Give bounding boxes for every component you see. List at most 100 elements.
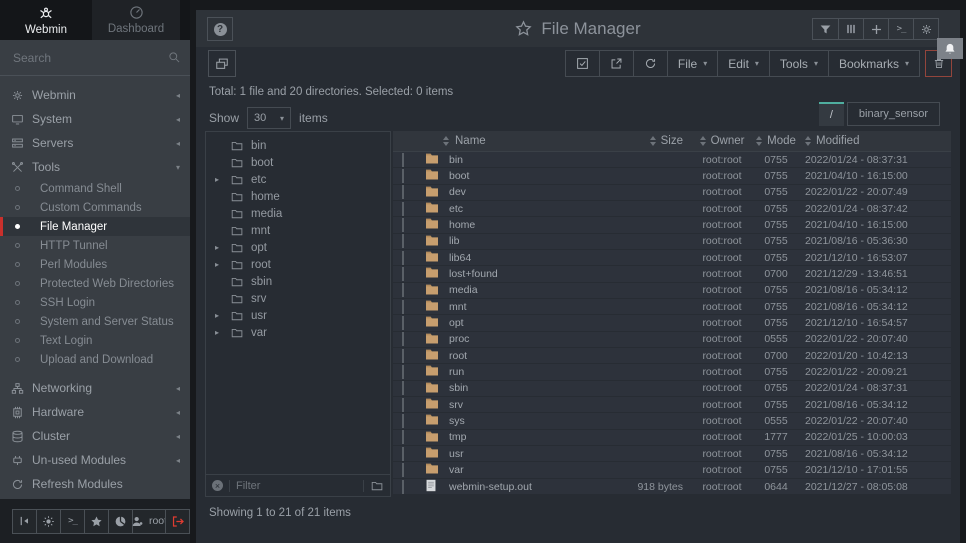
tree-item-boot[interactable]: boot bbox=[206, 154, 390, 171]
column-size[interactable]: Size bbox=[599, 135, 691, 147]
row-checkbox[interactable] bbox=[402, 480, 404, 494]
row-checkbox[interactable] bbox=[402, 349, 404, 363]
tree-item-srv[interactable]: srv bbox=[206, 290, 390, 307]
row-checkbox[interactable] bbox=[402, 316, 404, 330]
share-button[interactable] bbox=[599, 51, 633, 76]
help-button[interactable]: ? bbox=[207, 17, 233, 41]
sidebar-item-command-shell[interactable]: Command Shell bbox=[0, 179, 190, 198]
row-checkbox[interactable] bbox=[402, 283, 404, 297]
check-square-button[interactable] bbox=[566, 51, 599, 76]
column-name[interactable]: Name bbox=[449, 135, 599, 147]
row-checkbox[interactable] bbox=[402, 202, 404, 216]
sidebar-item-networking[interactable]: Networking◂ bbox=[0, 376, 190, 400]
chevron-right-icon[interactable]: ▸ bbox=[215, 243, 223, 252]
sidebar-item-hardware[interactable]: Hardware◂ bbox=[0, 400, 190, 424]
tree-item-usr[interactable]: ▸usr bbox=[206, 307, 390, 324]
table-row[interactable]: sbinroot:root07552022/01/24 - 08:37:31 bbox=[393, 381, 951, 397]
sun-button[interactable] bbox=[36, 509, 61, 534]
sidebar-item-system-and-server-status[interactable]: System and Server Status bbox=[0, 312, 190, 331]
row-checkbox[interactable] bbox=[402, 447, 404, 461]
column-modified[interactable]: Modified bbox=[799, 135, 951, 147]
sort-name[interactable] bbox=[419, 136, 449, 146]
row-checkbox[interactable] bbox=[402, 251, 404, 265]
row-checkbox[interactable] bbox=[402, 267, 404, 281]
row-checkbox[interactable] bbox=[402, 218, 404, 232]
breadcrumb-root[interactable]: / bbox=[819, 102, 844, 126]
table-row[interactable]: mntroot:root07552021/08/16 - 05:34:12 bbox=[393, 299, 951, 315]
chevron-right-icon[interactable]: ▸ bbox=[215, 260, 223, 269]
menu-tools[interactable]: Tools▾ bbox=[769, 51, 828, 76]
star-button[interactable] bbox=[84, 509, 109, 534]
star-outline-icon[interactable] bbox=[515, 20, 532, 37]
table-row[interactable]: rootroot:root07002022/01/20 - 10:42:13 bbox=[393, 348, 951, 364]
table-row[interactable]: libroot:root07552021/08/16 - 05:36:30 bbox=[393, 234, 951, 250]
row-checkbox[interactable] bbox=[402, 300, 404, 314]
sidebar-item-perl-modules[interactable]: Perl Modules bbox=[0, 255, 190, 274]
table-row[interactable]: optroot:root07552021/12/10 - 16:54:57 bbox=[393, 315, 951, 331]
table-row[interactable]: webmin-setup.out918 bytesroot:root064420… bbox=[393, 479, 951, 495]
chevron-right-icon[interactable]: ▸ bbox=[215, 175, 223, 184]
tree-item-home[interactable]: home bbox=[206, 188, 390, 205]
row-checkbox[interactable] bbox=[402, 234, 404, 248]
plus-button[interactable] bbox=[863, 19, 888, 39]
tree-item-root[interactable]: ▸root bbox=[206, 256, 390, 273]
row-checkbox[interactable] bbox=[402, 381, 404, 395]
sidebar-item-text-login[interactable]: Text Login bbox=[0, 331, 190, 350]
row-checkbox[interactable] bbox=[402, 430, 404, 444]
sidebar-item-un-used-modules[interactable]: Un-used Modules◂ bbox=[0, 448, 190, 472]
menu-file[interactable]: File▾ bbox=[667, 51, 717, 76]
sidebar-item-webmin[interactable]: Webmin◂ bbox=[0, 83, 190, 107]
menu-bookmarks[interactable]: Bookmarks▾ bbox=[828, 51, 919, 76]
row-checkbox[interactable] bbox=[402, 169, 404, 183]
table-row[interactable]: mediaroot:root07552021/08/16 - 05:34:12 bbox=[393, 283, 951, 299]
table-row[interactable]: varroot:root07552021/12/10 - 17:01:55 bbox=[393, 462, 951, 478]
search-input[interactable] bbox=[13, 51, 168, 65]
filter-button[interactable] bbox=[813, 19, 838, 39]
clear-filter-icon[interactable]: × bbox=[212, 480, 223, 491]
sidebar-item-system[interactable]: System◂ bbox=[0, 107, 190, 131]
chevron-right-icon[interactable]: ▸ bbox=[215, 311, 223, 320]
sidebar-item-file-manager[interactable]: File Manager bbox=[0, 217, 190, 236]
table-row[interactable]: srvroot:root07552021/08/16 - 05:34:12 bbox=[393, 397, 951, 413]
sidebar-item-refresh-modules[interactable]: Refresh Modules bbox=[0, 472, 190, 496]
sidebar-item-servers[interactable]: Servers◂ bbox=[0, 131, 190, 155]
gear-button[interactable] bbox=[913, 19, 938, 39]
breadcrumb-current[interactable]: binary_sensor bbox=[847, 102, 940, 126]
folder-icon[interactable] bbox=[363, 480, 384, 492]
page-size-select[interactable]: 30 ▾ bbox=[247, 107, 291, 129]
table-row[interactable]: bootroot:root07552021/04/10 - 16:15:00 bbox=[393, 168, 951, 184]
table-row[interactable]: sysroot:root05552022/01/22 - 20:07:40 bbox=[393, 413, 951, 429]
refresh-button[interactable] bbox=[633, 51, 667, 76]
row-checkbox[interactable] bbox=[402, 153, 404, 167]
sidebar-item-upload-and-download[interactable]: Upload and Download bbox=[0, 350, 190, 369]
tree-item-opt[interactable]: ▸opt bbox=[206, 239, 390, 256]
column-owner[interactable]: Owner bbox=[691, 135, 753, 147]
table-row[interactable]: etcroot:root07552022/01/24 - 08:37:42 bbox=[393, 201, 951, 217]
table-row[interactable]: homeroot:root07552021/04/10 - 16:15:00 bbox=[393, 217, 951, 233]
logout-button[interactable] bbox=[165, 509, 190, 534]
copy-path-button[interactable] bbox=[208, 50, 236, 77]
sidebar-item-ssh-login[interactable]: SSH Login bbox=[0, 293, 190, 312]
sidebar-item-cluster[interactable]: Cluster◂ bbox=[0, 424, 190, 448]
table-row[interactable]: tmproot:root17772022/01/25 - 10:00:03 bbox=[393, 430, 951, 446]
table-row[interactable]: usrroot:root07552021/08/16 - 05:34:12 bbox=[393, 446, 951, 462]
user-button[interactable]: root bbox=[132, 509, 166, 534]
row-checkbox[interactable] bbox=[402, 185, 404, 199]
sidebar-item-http-tunnel[interactable]: HTTP Tunnel bbox=[0, 236, 190, 255]
notifications-tab[interactable] bbox=[937, 38, 963, 59]
row-checkbox[interactable] bbox=[402, 398, 404, 412]
table-row[interactable]: lost+foundroot:root07002021/12/29 - 13:4… bbox=[393, 266, 951, 282]
tree-item-mnt[interactable]: mnt bbox=[206, 222, 390, 239]
terminal-button[interactable]: >_ bbox=[888, 19, 913, 39]
column-mode[interactable]: Mode bbox=[753, 135, 799, 147]
tree-item-sbin[interactable]: sbin bbox=[206, 273, 390, 290]
table-row[interactable]: binroot:root07552022/01/24 - 08:37:31 bbox=[393, 152, 951, 168]
row-checkbox[interactable] bbox=[402, 414, 404, 428]
chevron-right-icon[interactable]: ▸ bbox=[215, 328, 223, 337]
tree-item-media[interactable]: media bbox=[206, 205, 390, 222]
tree-item-etc[interactable]: ▸etc bbox=[206, 171, 390, 188]
table-row[interactable]: devroot:root07552022/01/22 - 20:07:49 bbox=[393, 185, 951, 201]
row-checkbox[interactable] bbox=[402, 365, 404, 379]
sidebar-item-protected-web-directories[interactable]: Protected Web Directories bbox=[0, 274, 190, 293]
table-row[interactable]: procroot:root05552022/01/22 - 20:07:40 bbox=[393, 332, 951, 348]
